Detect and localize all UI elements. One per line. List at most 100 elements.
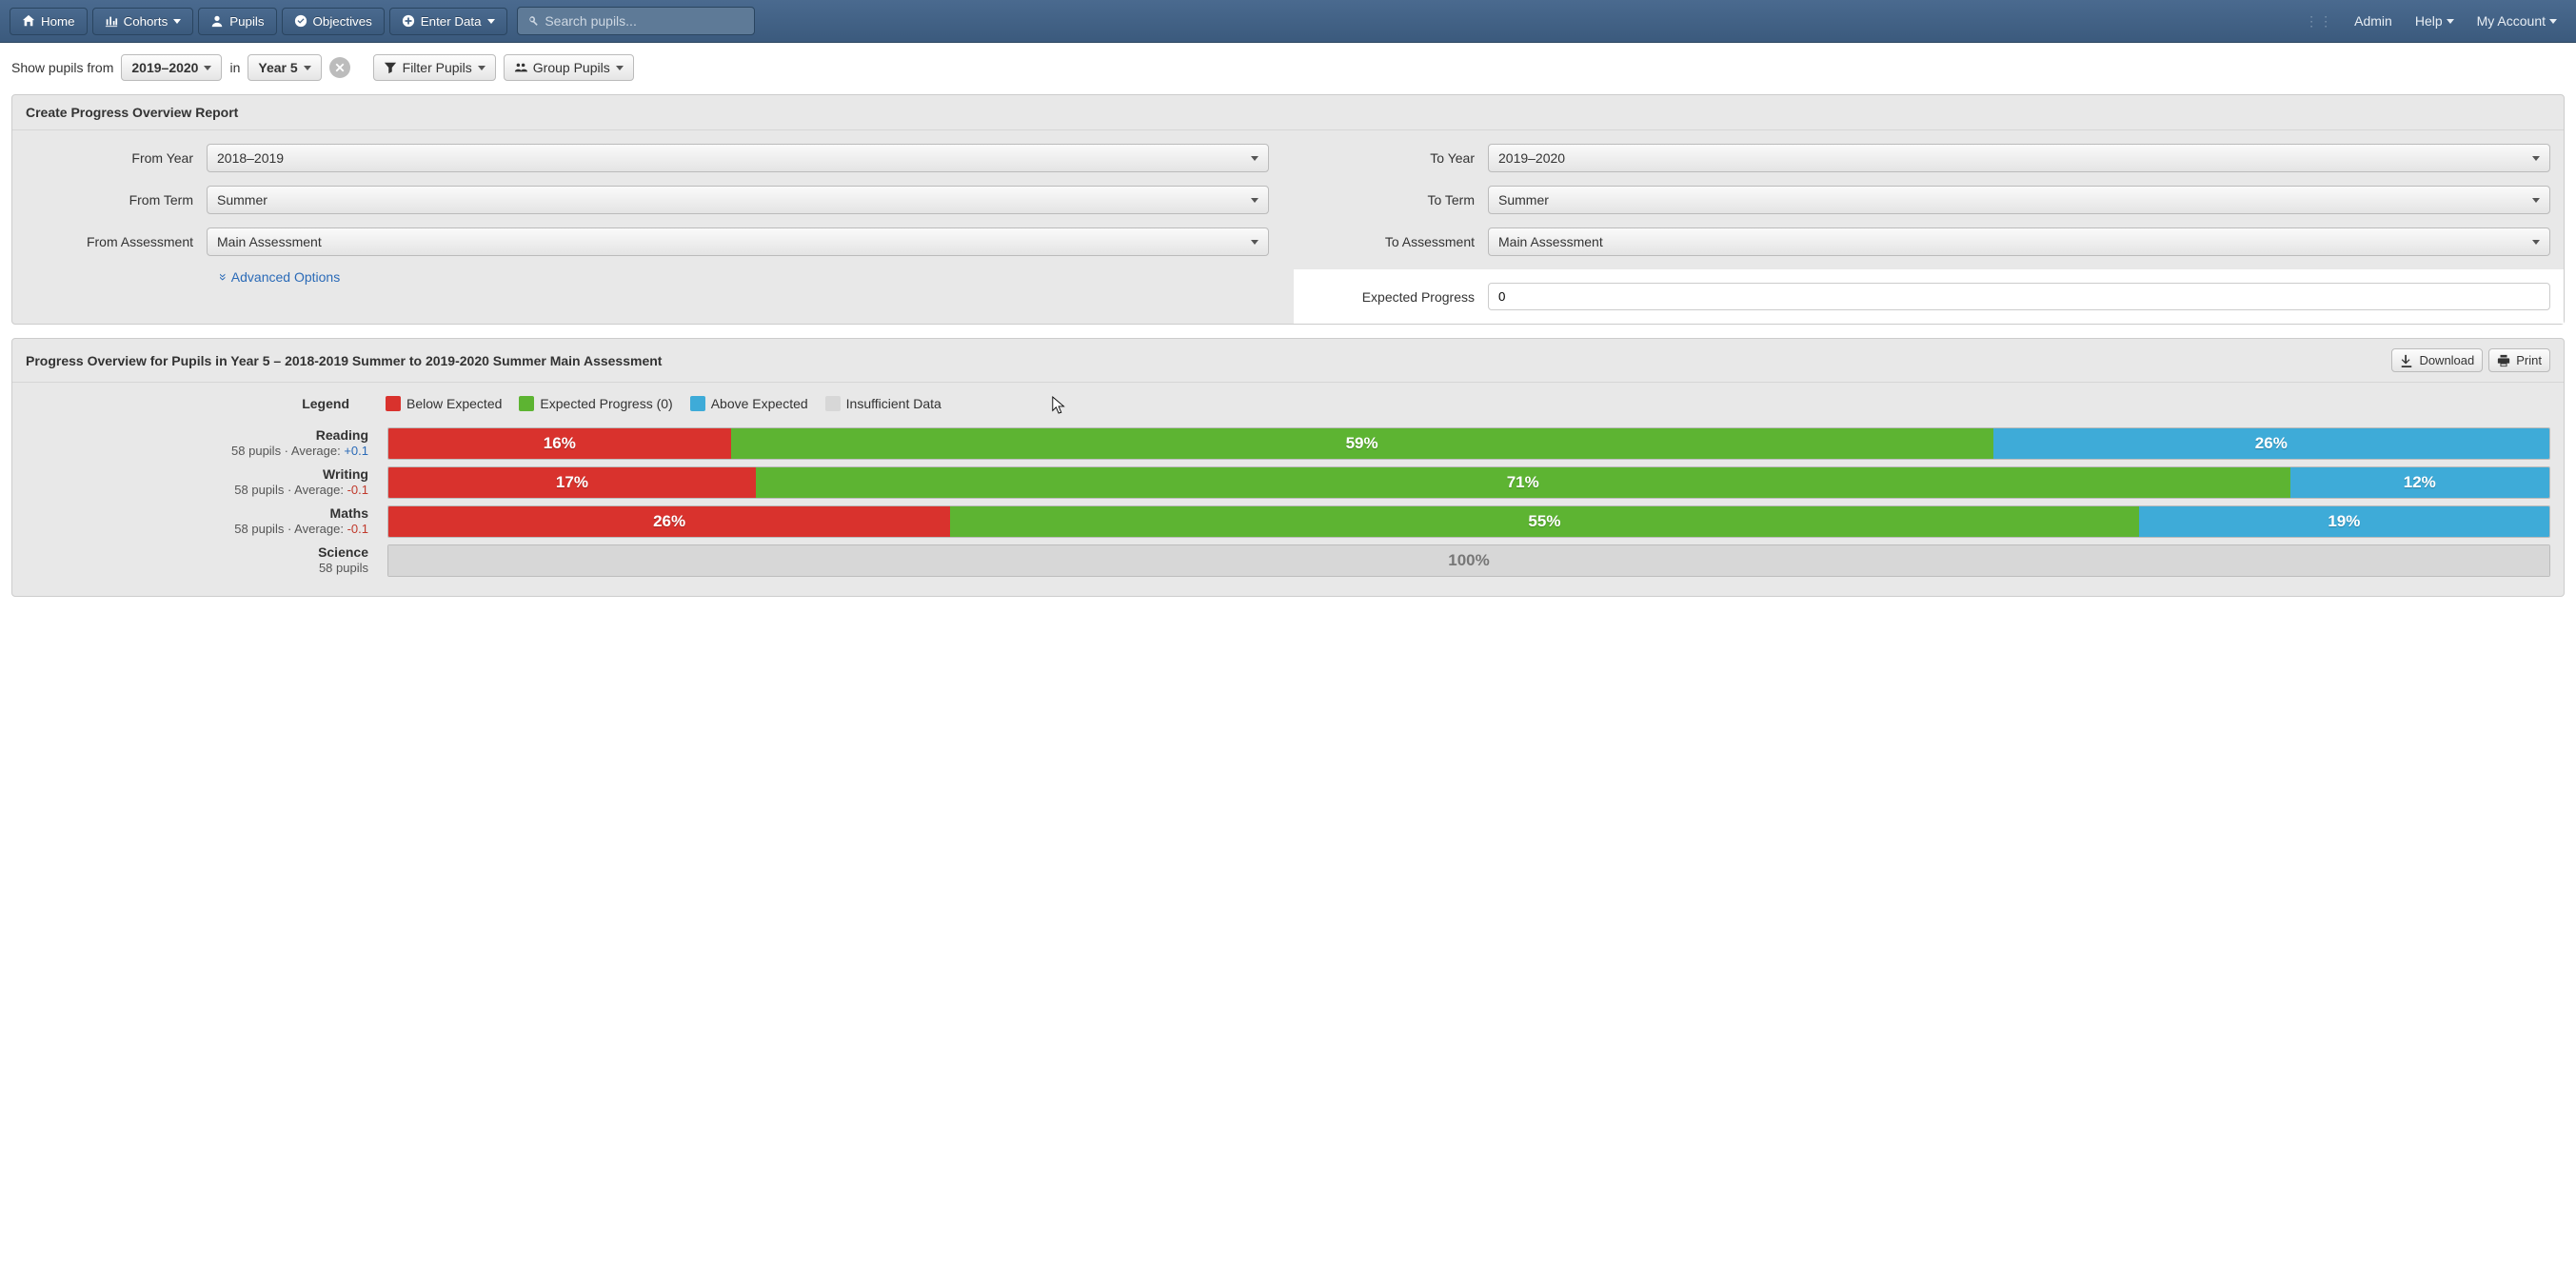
swatch-red — [386, 396, 401, 411]
pupils-label: Pupils — [229, 14, 264, 29]
search-icon — [527, 14, 540, 28]
search-wrapper[interactable] — [517, 7, 755, 35]
to-assessment-select[interactable]: Main Assessment — [1488, 227, 2550, 256]
create-report-title: Create Progress Overview Report — [12, 95, 2564, 130]
pupils-nav-button[interactable]: Pupils — [198, 8, 276, 35]
to-assessment-value: Main Assessment — [1498, 234, 1603, 249]
bar-segment[interactable]: 26% — [1993, 428, 2549, 459]
group-pupils-button[interactable]: Group Pupils — [504, 54, 634, 81]
chart-row: Reading58 pupils · Average: +0.116%59%26… — [26, 426, 2550, 460]
chart-subtext: 58 pupils — [26, 561, 368, 577]
grip-icon: ⋮⋮ — [2297, 13, 2341, 30]
bar-segment[interactable]: 59% — [731, 428, 1993, 459]
expected-progress-label: Expected Progress — [1307, 289, 1488, 305]
chart-subject: Maths — [26, 504, 368, 522]
year-group-select[interactable]: Year 5 — [248, 54, 321, 81]
chevron-down-icon — [1251, 198, 1258, 203]
legend-insufficient-label: Insufficient Data — [846, 396, 941, 411]
from-assessment-value: Main Assessment — [217, 234, 322, 249]
objectives-nav-button[interactable]: Objectives — [282, 8, 385, 35]
year-range-select[interactable]: 2019–2020 — [121, 54, 222, 81]
nav-right: ⋮⋮ Admin Help My Account — [2297, 6, 2566, 36]
clear-year-button[interactable] — [329, 57, 350, 78]
print-button[interactable]: Print — [2488, 348, 2550, 372]
bar-segment[interactable]: 19% — [2139, 506, 2549, 537]
group-label: Group Pupils — [533, 60, 610, 75]
to-year-select[interactable]: 2019–2020 — [1488, 144, 2550, 172]
bar-segment[interactable]: 71% — [756, 467, 2290, 498]
print-icon — [2497, 354, 2510, 367]
swatch-green — [519, 396, 534, 411]
cohorts-nav-button[interactable]: Cohorts — [92, 8, 194, 35]
legend: Legend Below Expected Expected Progress … — [26, 396, 2550, 411]
report-body: Legend Below Expected Expected Progress … — [12, 383, 2564, 596]
chart-subject: Reading — [26, 426, 368, 444]
from-year-label: From Year — [26, 150, 207, 166]
chart-row: Maths58 pupils · Average: -0.1 26%55%19% — [26, 504, 2550, 538]
chart-subtext: 58 pupils · Average: -0.1 — [26, 522, 368, 538]
chart-average-value: -0.1 — [347, 483, 368, 497]
bar-segment[interactable]: 17% — [388, 467, 756, 498]
chart-row-label: Reading58 pupils · Average: +0.1 — [26, 426, 387, 460]
chevron-down-icon — [2532, 240, 2540, 245]
chart-subtext: 58 pupils · Average: +0.1 — [26, 444, 368, 460]
advanced-label: Advanced Options — [231, 269, 340, 285]
chart-area: Reading58 pupils · Average: +0.116%59%26… — [26, 426, 2550, 577]
stacked-bar: 17%71%12% — [387, 466, 2550, 499]
download-button[interactable]: Download — [2391, 348, 2483, 372]
chevron-down-icon — [2532, 198, 2540, 203]
filter-pupils-button[interactable]: Filter Pupils — [373, 54, 496, 81]
chart-row-label: Writing58 pupils · Average: -0.1 — [26, 465, 387, 499]
chart-icon — [105, 14, 118, 28]
year-group-value: Year 5 — [258, 60, 297, 75]
admin-link[interactable]: Admin — [2345, 6, 2402, 36]
bar-segment[interactable]: 26% — [388, 506, 950, 537]
download-label: Download — [2419, 353, 2474, 367]
from-assessment-label: From Assessment — [26, 234, 207, 249]
bar-segment[interactable]: 16% — [388, 428, 731, 459]
bar-segment[interactable]: 100% — [388, 545, 2549, 576]
to-year-label: To Year — [1307, 150, 1488, 166]
to-term-label: To Term — [1307, 192, 1488, 208]
bar-segment[interactable]: 12% — [2290, 467, 2549, 498]
legend-title: Legend — [26, 396, 368, 411]
home-nav-button[interactable]: Home — [10, 8, 88, 35]
expected-progress-highlight: Expected Progress — [1294, 269, 2564, 324]
from-term-value: Summer — [217, 192, 268, 208]
chart-row: Writing58 pupils · Average: -0.117%71%12… — [26, 465, 2550, 499]
chevron-down-icon — [478, 66, 485, 70]
filter-icon — [384, 61, 397, 74]
close-icon — [335, 63, 345, 72]
double-chevron-down-icon — [220, 269, 228, 285]
users-icon — [514, 61, 527, 74]
in-label: in — [229, 60, 240, 75]
legend-below: Below Expected — [386, 396, 502, 411]
legend-insufficient: Insufficient Data — [825, 396, 941, 411]
account-link[interactable]: My Account — [2467, 6, 2566, 36]
to-assessment-label: To Assessment — [1307, 234, 1488, 249]
advanced-options-link[interactable]: Advanced Options — [220, 269, 340, 285]
from-assessment-select[interactable]: Main Assessment — [207, 227, 1269, 256]
help-link[interactable]: Help — [2406, 6, 2464, 36]
chevron-down-icon — [304, 66, 311, 70]
chart-row-label: Science58 pupils — [26, 544, 387, 577]
swatch-grey — [825, 396, 841, 411]
from-year-select[interactable]: 2018–2019 — [207, 144, 1269, 172]
download-icon — [2400, 354, 2413, 367]
chevron-down-icon — [616, 66, 624, 70]
search-input[interactable] — [545, 13, 743, 29]
from-term-select[interactable]: Summer — [207, 186, 1269, 214]
filter-label: Filter Pupils — [403, 60, 472, 75]
chevron-down-icon — [2549, 19, 2557, 24]
bar-segment[interactable]: 55% — [950, 506, 2139, 537]
enter-data-nav-button[interactable]: Enter Data — [389, 8, 507, 35]
to-term-select[interactable]: Summer — [1488, 186, 2550, 214]
cohorts-label: Cohorts — [124, 14, 168, 29]
from-term-label: From Term — [26, 192, 207, 208]
user-icon — [210, 14, 224, 28]
top-navbar: Home Cohorts Pupils Objectives Enter Dat… — [0, 0, 2576, 43]
chevron-down-icon — [173, 19, 181, 24]
expected-progress-input[interactable] — [1488, 283, 2550, 310]
legend-below-label: Below Expected — [406, 396, 502, 411]
from-year-value: 2018–2019 — [217, 150, 284, 166]
